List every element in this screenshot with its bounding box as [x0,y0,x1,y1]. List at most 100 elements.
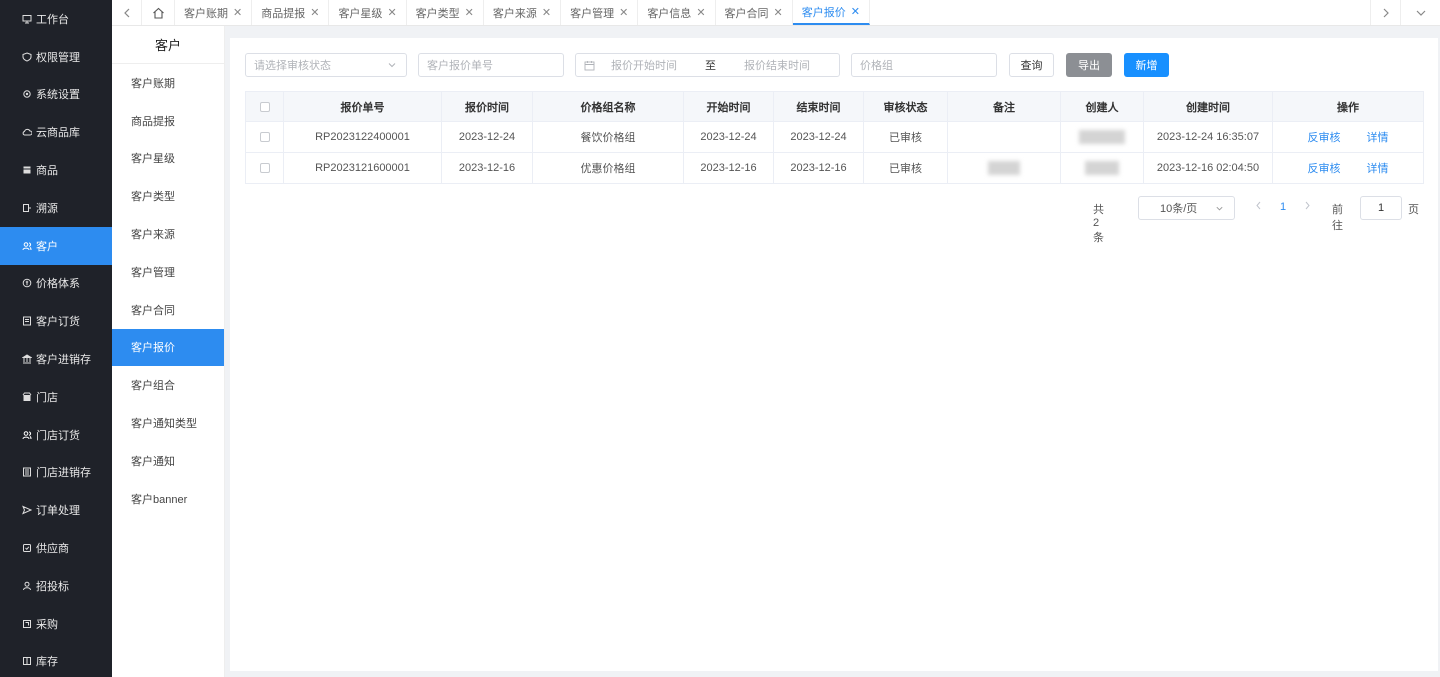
close-icon[interactable]: ✕ [696,6,705,19]
chevron-left-icon [1256,201,1261,210]
tab[interactable]: 客户账期 ✕ [175,0,253,25]
column-header: 开始时间 [683,91,774,122]
sidebar-item[interactable]: 价格体系 [0,265,112,303]
detail-link[interactable]: 详情 [1367,132,1389,144]
order-icon [22,316,32,326]
close-icon[interactable]: ✕ [774,6,783,19]
sidebar-item-label: 门店 [36,391,58,404]
sidebar-item[interactable]: 招投标 [0,567,112,605]
main-panel: 请选择审核状态 客户报价单号 报价开始时间 至 报价结束时间 价格组 查询 导出… [230,38,1438,671]
subnav-item[interactable]: 客户账期 [112,64,224,102]
tab[interactable]: 客户合同 ✕ [716,0,793,25]
subnav-item[interactable]: 客户组合 [112,366,224,404]
subnav-item[interactable]: 客户星级 [112,140,224,178]
close-icon[interactable]: ✕ [233,6,242,19]
subnav-item[interactable]: 客户通知类型 [112,404,224,442]
page-number-current[interactable]: 1 [1280,201,1286,213]
close-icon[interactable]: ✕ [387,6,396,19]
tab-label: 客户报价 [801,6,846,19]
tab[interactable]: 客户类型 ✕ [407,0,484,25]
subnav-item[interactable]: 客户类型 [112,177,224,215]
close-icon[interactable]: ✕ [619,6,628,19]
column-header: 报价单号 [283,91,442,122]
close-icon[interactable]: ✕ [542,6,551,19]
bank-icon [22,354,32,364]
tab[interactable]: 客户管理 ✕ [561,0,639,25]
column-header: 操作 [1272,91,1424,122]
close-icon[interactable]: ✕ [310,6,319,19]
sidebar-item[interactable]: 客户进销存 [0,340,112,378]
close-icon[interactable]: ✕ [465,6,474,19]
date-range-picker[interactable]: 报价开始时间 至 报价结束时间 [575,53,840,77]
sidebar-item-label: 系统设置 [36,89,80,102]
column-header: 价格组名称 [532,91,684,122]
sidebar-item[interactable]: 库存 [0,643,112,677]
sidebar-item[interactable]: 商品 [0,151,112,189]
sidebar-item[interactable]: 客户订货 [0,302,112,340]
sidebar-item-label: 门店进销存 [36,467,91,480]
sidebar-item[interactable]: 订单处理 [0,491,112,529]
sidebar-item[interactable]: 采购 [0,605,112,643]
sidebar-item-label: 工作台 [36,13,69,26]
column-header: 创建人 [1060,91,1144,122]
tab-label: 客户星级 [338,7,383,20]
tab[interactable]: 客户报价 ✕ [792,0,870,25]
sidebar-item[interactable]: 溯源 [0,189,112,227]
sidebar-item[interactable]: 工作台 [0,0,112,38]
audit-status-select[interactable]: 请选择审核状态 [245,53,407,77]
subnav-item[interactable]: 客户banner [112,480,224,518]
sidebar-item[interactable]: 客户 [0,226,112,265]
select-all-checkbox[interactable] [259,101,270,112]
sidebar-item-label: 溯源 [36,202,58,215]
start-time-cell: 2023-12-24 [683,121,774,153]
tab-label: 客户来源 [492,7,537,20]
goto-page-input[interactable]: 1 [1360,196,1402,220]
tab[interactable]: 客户星级 ✕ [329,0,407,25]
prev-page-button[interactable] [1255,201,1262,213]
close-icon[interactable]: ✕ [851,5,860,18]
unaudit-link[interactable]: 反审核 [1308,163,1341,175]
sidebar-item[interactable]: 权限管理 [0,38,112,76]
audit-status-cell: 已审核 [863,152,948,184]
sidebar-item-label: 供应商 [36,543,69,556]
tab-scroll-right-button[interactable] [1370,0,1400,25]
sidebar-item-label: 价格体系 [36,278,80,291]
page-size-select[interactable]: 10条/页 [1138,196,1235,220]
creator-cell [1060,152,1144,184]
tab-dropdown-button[interactable] [1400,0,1440,25]
row-select-cell [245,121,284,153]
subnav-item[interactable]: 客户来源 [112,215,224,253]
page-size-value: 10条/页 [1160,203,1198,215]
sidebar-item[interactable]: 云商品库 [0,113,112,151]
send-icon [22,505,32,515]
column-header: 备注 [947,91,1061,122]
row-checkbox[interactable] [259,132,270,143]
subnav-item[interactable]: 客户合同 [112,291,224,329]
price-group-input[interactable]: 价格组 [851,53,997,77]
row-checkbox[interactable] [259,163,270,174]
subnav-item[interactable]: 客户管理 [112,253,224,291]
tab-scroll-left-button[interactable] [112,0,142,25]
cloud-icon [22,127,32,137]
unaudit-link[interactable]: 反审核 [1308,132,1341,144]
subnav-item[interactable]: 商品提报 [112,102,224,140]
tab[interactable]: 客户来源 ✕ [484,0,562,25]
sidebar-item[interactable]: 门店订货 [0,416,112,454]
sidebar-item[interactable]: 供应商 [0,529,112,567]
tab-list: 客户账期 ✕ 商品提报 ✕ 客户星级 ✕ 客户类型 ✕ 客户来源 ✕ 客户管理 ✕ 客户信息 ✕ 客户合同 ✕… [175,0,870,25]
tab-home[interactable] [142,0,175,25]
export-button[interactable]: 导出 [1066,53,1112,77]
subnav-item[interactable]: 客户通知 [112,442,224,480]
query-button[interactable]: 查询 [1009,53,1054,77]
quote-number-input[interactable]: 客户报价单号 [418,53,564,77]
tab[interactable]: 客户信息 ✕ [638,0,716,25]
next-page-button[interactable] [1304,201,1311,213]
sidebar-item[interactable]: 门店进销存 [0,454,112,492]
add-button[interactable]: 新增 [1124,53,1169,77]
end-time-cell: 2023-12-16 [773,152,864,184]
detail-link[interactable]: 详情 [1367,163,1389,175]
subnav-item[interactable]: 客户报价 [112,328,224,367]
sidebar-item[interactable]: 系统设置 [0,76,112,114]
sidebar-item[interactable]: 门店 [0,378,112,416]
tab[interactable]: 商品提报 ✕ [252,0,330,25]
